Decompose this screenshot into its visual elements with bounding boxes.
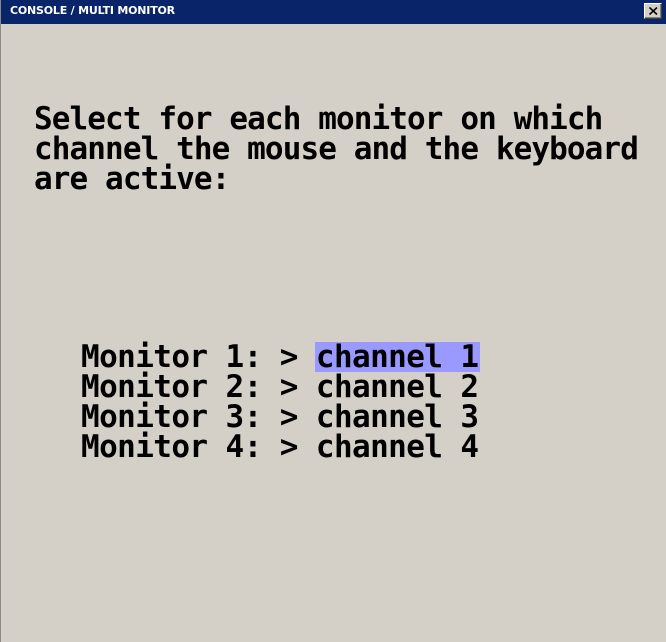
arrow-indicator: > <box>279 429 299 465</box>
monitor-list: Monitor 1: > channel 1 Monitor 2: > chan… <box>81 342 481 465</box>
monitor-row-4: Monitor 4: > channel 4 <box>81 429 481 465</box>
console-content: Select for each monitor on which channel… <box>1 24 666 642</box>
channel-select-monitor-1[interactable]: channel 1 <box>314 342 481 373</box>
channel-select-monitor-4[interactable]: channel 4 <box>315 432 481 463</box>
close-x-icon <box>649 7 658 15</box>
monitor-row-3: Monitor 3: > channel 3 <box>81 402 481 433</box>
console-window: CONSOLE / MULTI MONITOR Select for each … <box>0 0 666 642</box>
instruction-text: Select for each monitor on which channel… <box>34 101 656 197</box>
monitor-label: Monitor 4: <box>81 429 262 465</box>
channel-select-monitor-2[interactable]: channel 2 <box>315 372 481 403</box>
close-button[interactable] <box>644 3 662 19</box>
monitor-row-1: Monitor 1: > channel 1 <box>81 342 481 373</box>
monitor-row-2: Monitor 2: > channel 2 <box>81 372 481 403</box>
window-title: CONSOLE / MULTI MONITOR <box>10 4 175 17</box>
title-bar[interactable]: CONSOLE / MULTI MONITOR <box>1 0 666 24</box>
channel-select-monitor-3[interactable]: channel 3 <box>315 402 481 433</box>
